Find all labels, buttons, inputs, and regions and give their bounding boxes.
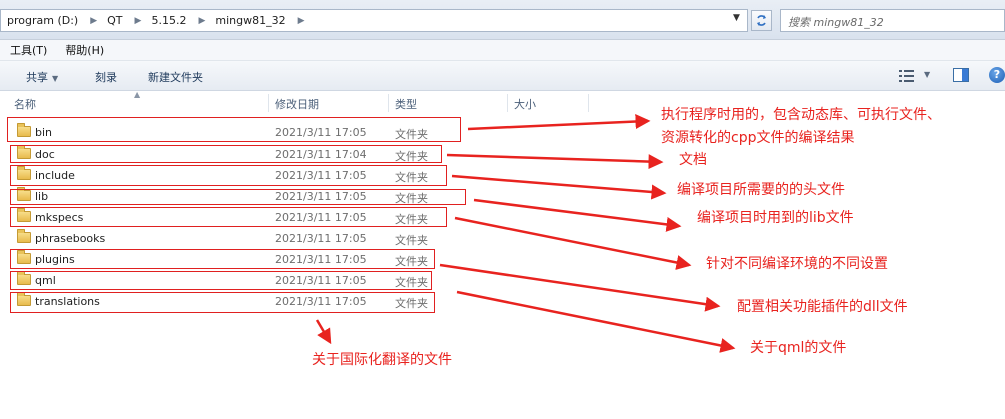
menu-bar: 工具(T) 帮助(H) [0, 40, 1005, 61]
menu-help[interactable]: 帮助(H) [55, 42, 112, 58]
highlight-box-mkspecs [10, 207, 447, 227]
chevron-right-icon[interactable]: ▶ [86, 16, 101, 26]
column-name[interactable]: 名称 [14, 96, 36, 112]
chevron-down-icon: ▼ [52, 74, 59, 83]
sort-ascending-icon: ▲ [134, 90, 141, 99]
annotation-plugins: 配置相关功能插件的dll文件 [737, 299, 908, 315]
view-options-icon[interactable] [899, 69, 915, 83]
file-name: phrasebooks [35, 232, 106, 245]
list-item-phrasebooks[interactable]: phrasebooks 2021/3/11 17:05 文件夹 [0, 228, 520, 249]
column-type[interactable]: 类型 [395, 96, 417, 112]
folder-icon [17, 229, 31, 243]
view-dropdown-icon[interactable]: ▼ [924, 70, 930, 79]
annotation-translations: 关于国际化翻译的文件 [312, 352, 452, 368]
refresh-button[interactable] [751, 10, 772, 31]
chevron-right-icon[interactable]: ▶ [194, 16, 209, 26]
breadcrumb[interactable]: program (D:) ▶ QT ▶ 5.15.2 ▶ mingw81_32 … [0, 9, 748, 32]
arrow-translations [315, 319, 332, 345]
column-divider[interactable] [507, 94, 508, 112]
annotation-lib: 编译项目时用到的lib文件 [697, 210, 854, 226]
highlight-box-doc [10, 145, 442, 163]
highlight-box-qml [10, 271, 432, 290]
annotation-doc: 文档 [679, 152, 707, 168]
address-bar: program (D:) ▶ QT ▶ 5.15.2 ▶ mingw81_32 … [0, 0, 1005, 40]
column-divider[interactable] [388, 94, 389, 112]
highlight-box-lib [10, 189, 466, 205]
annotation-bin-line1: 执行程序时用的，包含动态库、可执行文件、 [661, 107, 941, 123]
preview-pane-icon[interactable] [953, 68, 969, 82]
search-input[interactable]: 搜索 mingw81_32 [780, 9, 1005, 32]
chevron-right-icon[interactable]: ▶ [294, 16, 309, 26]
column-size[interactable]: 大小 [514, 96, 536, 112]
breadcrumb-item-version[interactable]: 5.15.2 [145, 14, 194, 27]
annotation-bin-line2: 资源转化的cpp文件的编译结果 [661, 130, 855, 146]
column-divider[interactable] [268, 94, 269, 112]
menu-tools[interactable]: 工具(T) [0, 42, 55, 58]
help-icon[interactable]: ? [989, 67, 1005, 83]
new-folder-button[interactable]: 新建文件夹 [148, 69, 203, 85]
annotation-qml: 关于qml的文件 [750, 340, 847, 356]
highlight-box-bin [7, 117, 461, 142]
annotation-include: 编译项目所需要的的头文件 [677, 182, 845, 198]
highlight-box-translations [10, 292, 435, 313]
highlight-box-include [10, 165, 447, 186]
column-date[interactable]: 修改日期 [275, 96, 319, 112]
annotation-mkspecs: 针对不同编译环境的不同设置 [706, 256, 888, 272]
file-type: 文件夹 [395, 234, 428, 247]
share-label: 共享 [26, 71, 48, 84]
file-date: 2021/3/11 17:05 [275, 232, 367, 245]
breadcrumb-item-current[interactable]: mingw81_32 [209, 14, 293, 27]
breadcrumb-item-drive[interactable]: program (D:) [1, 14, 86, 27]
breadcrumb-item-qt[interactable]: QT [101, 14, 130, 27]
burn-button[interactable]: 刻录 [95, 69, 117, 85]
chevron-right-icon[interactable]: ▶ [131, 16, 146, 26]
share-button[interactable]: 共享 ▼ [26, 69, 58, 85]
address-dropdown-icon[interactable]: ▼ [733, 13, 740, 23]
command-bar: 共享 ▼ 刻录 新建文件夹 ▼ ? [0, 61, 1005, 91]
refresh-icon [757, 15, 766, 26]
highlight-box-plugins [10, 249, 435, 269]
column-divider[interactable] [588, 94, 589, 112]
